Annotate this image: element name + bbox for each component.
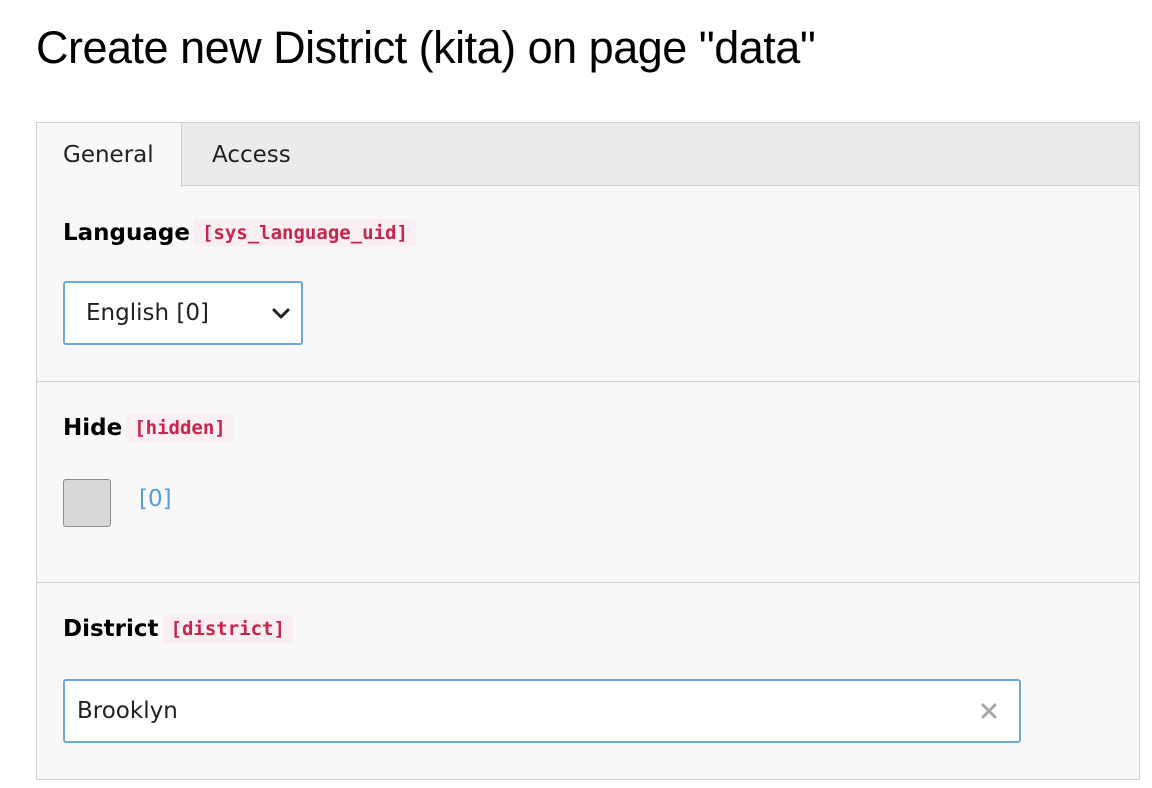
field-section-language: Language [sys_language_uid] English [0] (37, 187, 1139, 382)
hide-label-text: Hide (63, 415, 123, 441)
hide-label: Hide [hidden] (63, 414, 234, 442)
district-input[interactable]: Brooklyn (63, 679, 1021, 743)
district-label: District [district] (63, 615, 293, 643)
tab-general[interactable]: General (37, 123, 182, 187)
page-title: Create new District (kita) on page "data… (36, 22, 816, 73)
district-label-text: District (63, 616, 159, 642)
tab-access[interactable]: Access (186, 123, 317, 186)
language-field-code: [sys_language_uid] (193, 219, 416, 247)
district-field-code: [district] (162, 615, 293, 643)
tab-bar: General Access (37, 123, 1139, 187)
record-form: General Access Language [sys_language_ui… (36, 122, 1140, 780)
hide-field-code: [hidden] (126, 414, 234, 442)
chevron-down-icon (272, 308, 290, 319)
field-section-hide: Hide [hidden] [0] (37, 382, 1139, 583)
district-input-value: Brooklyn (77, 698, 178, 724)
language-label: Language [sys_language_uid] (63, 219, 416, 247)
hide-checkbox[interactable] (63, 479, 111, 527)
hide-value: [0] (139, 486, 172, 512)
language-select-value: English [0] (86, 300, 209, 326)
language-label-text: Language (63, 220, 190, 246)
field-section-district: District [district] Brooklyn (37, 583, 1139, 779)
close-icon[interactable] (977, 699, 1001, 723)
language-select[interactable]: English [0] (63, 281, 303, 345)
page: Create new District (kita) on page "data… (0, 0, 1152, 788)
